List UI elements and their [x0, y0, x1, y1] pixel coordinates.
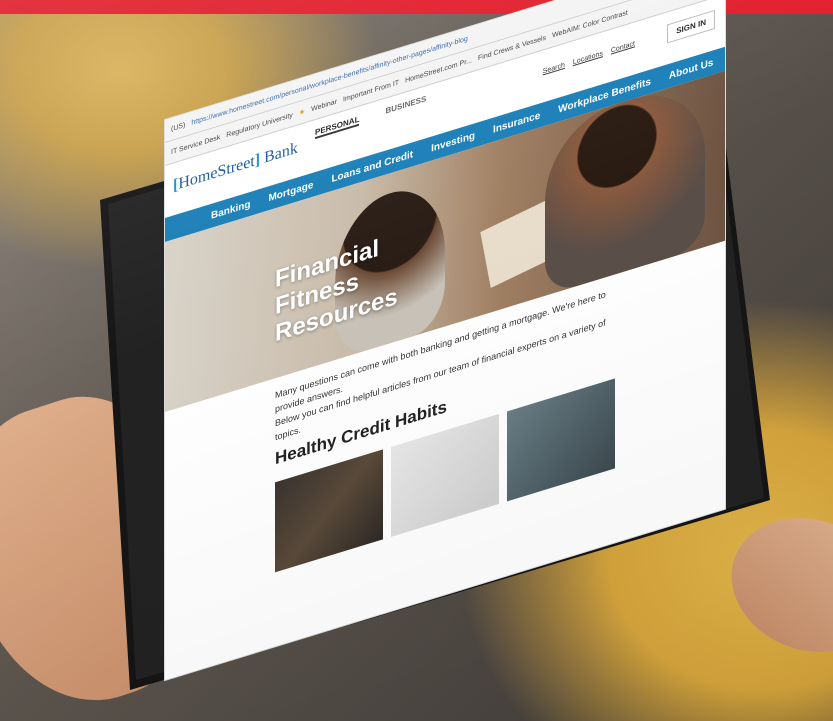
search-link[interactable]: Search — [543, 62, 565, 76]
sign-in-button[interactable]: SIGN IN — [667, 9, 715, 44]
contact-link[interactable]: Contact — [611, 40, 635, 54]
tab-fragment: (US) — [171, 121, 186, 133]
logo-suffix: Bank — [264, 139, 298, 167]
tab-business[interactable]: BUSINESS — [385, 94, 426, 118]
bookmark-webinar[interactable]: Webinar — [311, 98, 337, 113]
logo-name: HomeStreet — [178, 152, 255, 193]
tab-personal[interactable]: PERSONAL — [315, 114, 360, 140]
locations-link[interactable]: Locations — [573, 50, 603, 66]
photo-scene: (US) https://www.homestreet.com/personal… — [0, 0, 833, 721]
utility-links: Search Locations Contact — [543, 40, 635, 75]
tablet: (US) https://www.homestreet.com/personal… — [70, 0, 770, 690]
star-icon: ★ — [298, 108, 306, 118]
